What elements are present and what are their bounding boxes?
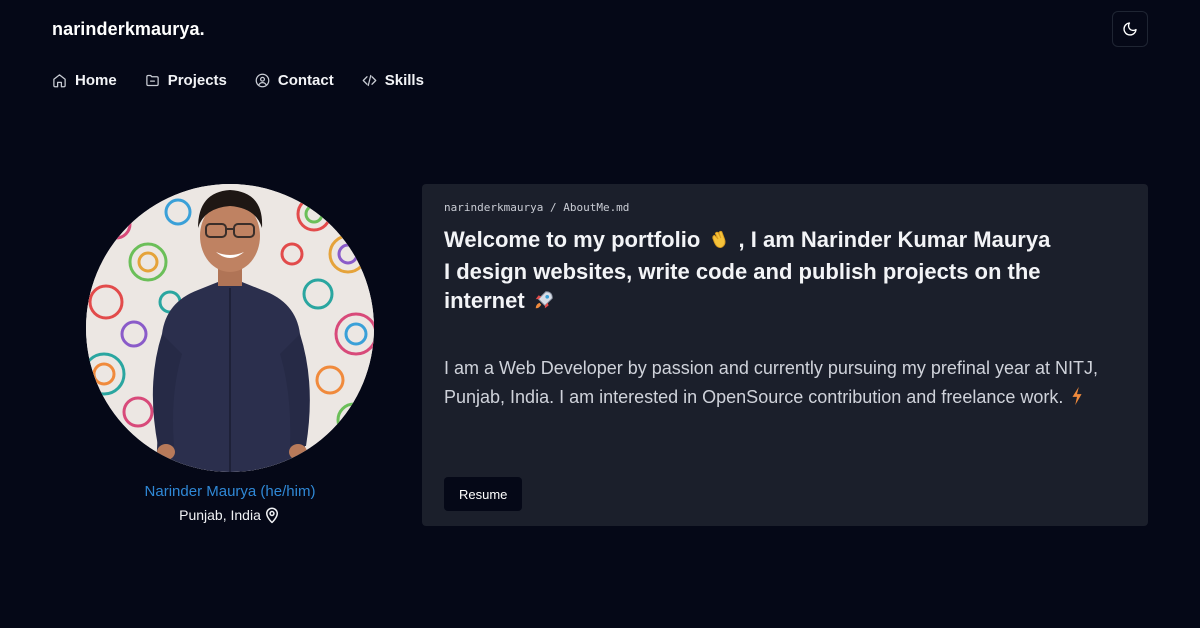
breadcrumb: narinderkmaurya / AboutMe.md xyxy=(444,201,630,214)
about-text: I am a Web Developer by passion and curr… xyxy=(444,354,1134,415)
nav-contact[interactable]: Contact xyxy=(255,72,334,89)
heading-line1-start: Welcome to my portfolio xyxy=(444,227,701,252)
nav-skills[interactable]: Skills xyxy=(362,72,424,89)
nav-home[interactable]: Home xyxy=(52,72,117,89)
heading-line3: internet xyxy=(444,288,525,313)
code-icon xyxy=(362,74,377,86)
moon-icon xyxy=(1123,22,1137,36)
map-pin-icon xyxy=(265,507,278,524)
about-paragraph: I am a Web Developer by passion and curr… xyxy=(444,358,1098,407)
folder-icon xyxy=(145,74,159,86)
profile-location: Punjab, India xyxy=(86,506,374,524)
theme-toggle-button[interactable] xyxy=(1112,11,1148,47)
main-nav: Home Projects Contact Skills xyxy=(52,69,424,91)
about-card: narinderkmaurya / AboutMe.md Welcome to … xyxy=(422,184,1148,526)
heading-line1-end: , I am Narinder Kumar Maurya xyxy=(738,227,1051,252)
home-icon xyxy=(53,73,66,87)
heading-line2: I design websites, write code and publis… xyxy=(444,259,1041,284)
profile-location-label: Punjab, India xyxy=(179,507,261,523)
profile-photo xyxy=(86,184,374,472)
nav-projects[interactable]: Projects xyxy=(145,72,227,89)
nav-home-label: Home xyxy=(75,71,117,89)
nav-skills-label: Skills xyxy=(384,71,424,89)
site-logo[interactable]: narinderkmaurya. xyxy=(52,19,205,40)
nav-projects-label: Projects xyxy=(167,71,227,89)
profile-name: Narinder Maurya (he/him) xyxy=(144,483,316,500)
user-circle-icon xyxy=(255,73,270,87)
nav-contact-label: Contact xyxy=(277,71,334,89)
waving-hand-icon xyxy=(708,228,730,257)
resume-button[interactable]: Resume xyxy=(444,477,523,511)
lightning-icon xyxy=(1070,386,1084,415)
rocket-icon xyxy=(533,289,555,318)
page-title: Welcome to my portfolio , I am Narinder … xyxy=(444,225,1134,318)
